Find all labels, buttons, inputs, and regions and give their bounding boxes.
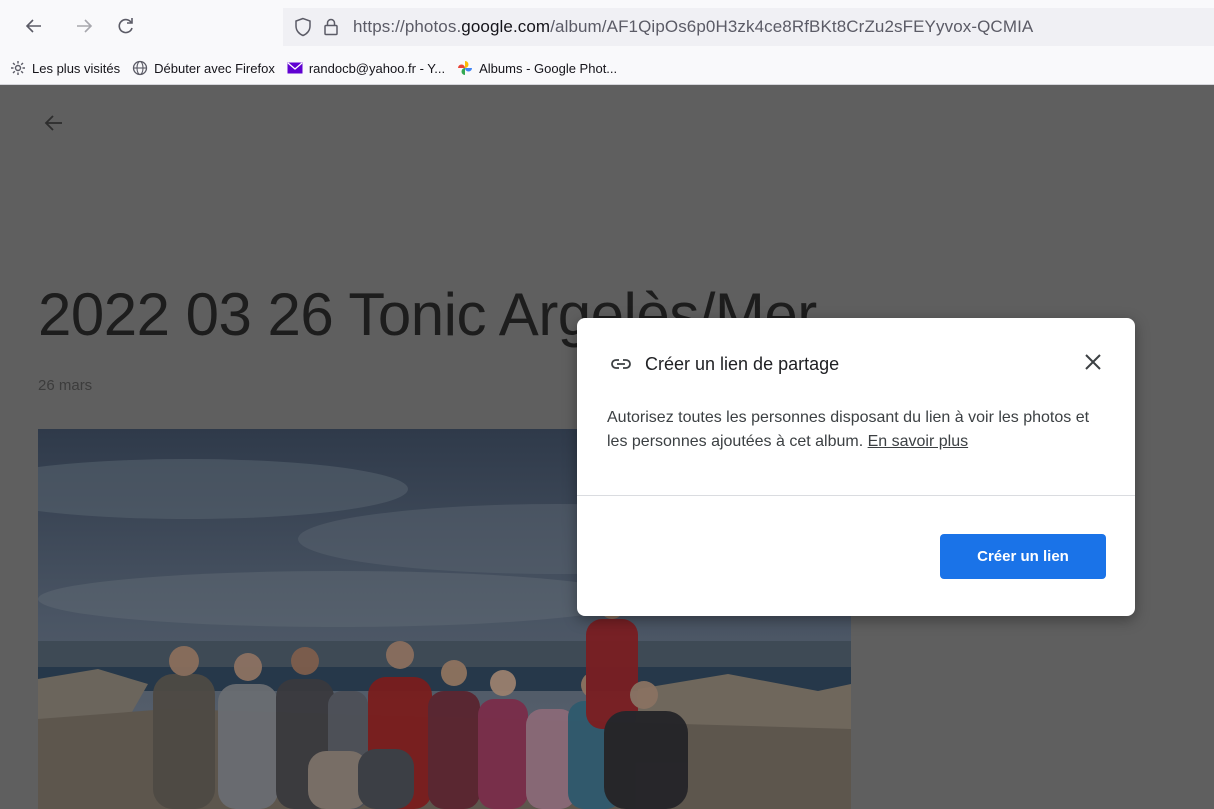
create-link-button[interactable]: Créer un lien (940, 534, 1106, 579)
bookmark-getting-started[interactable]: Débuter avec Firefox (132, 60, 275, 76)
bookmarks-bar: Les plus visités Débuter avec Firefox ra… (0, 52, 1214, 85)
dialog-body-text: Autorisez toutes les personnes disposant… (607, 409, 1090, 450)
bookmark-yahoo-mail[interactable]: randocb@yahoo.fr - Y... (287, 60, 445, 76)
gear-icon (10, 60, 26, 76)
bookmark-label: Débuter avec Firefox (154, 60, 275, 76)
bookmark-label: randocb@yahoo.fr - Y... (308, 60, 446, 76)
forward-arrow-icon (77, 19, 93, 33)
dialog-header: Créer un lien de partage (609, 352, 839, 376)
browser-toolbar: https://photos.google.com/album/AF1QipOs… (0, 0, 1214, 52)
forward-button[interactable] (70, 12, 98, 40)
bookmark-google-photos[interactable]: Albums - Google Phot... (457, 60, 617, 76)
arrow-left-icon (44, 115, 62, 131)
bookmark-label: Albums - Google Phot... (479, 60, 618, 76)
url-bar[interactable]: https://photos.google.com/album/AF1QipOs… (283, 8, 1214, 46)
reload-button[interactable] (112, 12, 140, 40)
album-back-button[interactable] (42, 111, 66, 135)
close-icon (1085, 354, 1101, 370)
dialog-title: Créer un lien de partage (645, 353, 840, 374)
dialog-divider (577, 495, 1135, 496)
dialog-description: Autorisez toutes les personnes disposant… (607, 406, 1107, 454)
url-text[interactable]: https://photos.google.com/album/AF1QipOs… (353, 17, 1033, 37)
bookmark-most-visited[interactable]: Les plus visités (10, 60, 120, 76)
google-photos-icon (457, 60, 473, 76)
link-icon (609, 352, 633, 376)
back-button[interactable] (20, 12, 48, 40)
shield-icon[interactable] (291, 15, 315, 39)
globe-icon (132, 60, 148, 76)
bookmark-label: Les plus visités (32, 60, 121, 76)
share-link-dialog: Créer un lien de partage Autorisez toute… (577, 318, 1135, 616)
reload-icon (118, 18, 133, 34)
back-arrow-icon (25, 19, 41, 33)
mail-icon (287, 60, 303, 76)
close-button[interactable] (1081, 350, 1105, 374)
learn-more-link[interactable]: En savoir plus (868, 433, 969, 450)
album-date: 26 mars (38, 377, 93, 394)
lock-icon[interactable] (319, 15, 343, 39)
